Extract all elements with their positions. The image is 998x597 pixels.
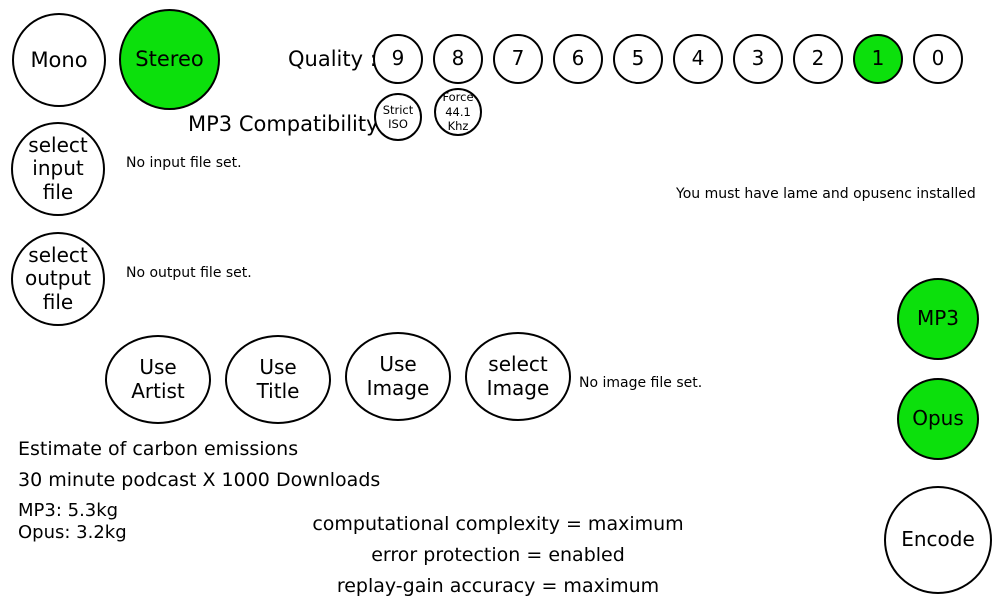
use-image-label-line1: Use [379,351,417,376]
use-artist-label-line1: Use [139,354,177,379]
mp3-compatibility-force-44khz-button[interactable]: Force 44.1 Khz [434,88,482,136]
use-image-button[interactable]: Use Image [345,332,451,421]
quality-option-0-button[interactable]: 0 [913,34,963,84]
quality-option-3-label: 3 [751,46,765,71]
strict-iso-label-line1: Strict [382,102,414,117]
channel-mode-mono-button[interactable]: Mono [12,13,106,107]
quality-option-6-label: 6 [571,46,585,71]
use-artist-label-line2: Artist [131,378,185,403]
select-image-label-line1: select [488,351,548,376]
quality-option-6-button[interactable]: 6 [553,34,603,84]
quality-option-9-button[interactable]: 9 [373,34,423,84]
quality-option-7-button[interactable]: 7 [493,34,543,84]
mp3-compatibility-strict-iso-button[interactable]: Strict ISO [374,93,422,141]
output-format-mp3-label: MP3 [916,306,960,331]
encoder-param-complexity: computational complexity = maximum [312,513,684,535]
encoder-parameters-summary: computational complexity = maximum error… [288,509,708,597]
dependency-warning-text: You must have lame and opusenc installed [676,186,976,202]
quality-option-4-button[interactable]: 4 [673,34,723,84]
select-output-file-label-line1: select [28,242,88,267]
output-format-mp3-button[interactable]: MP3 [897,278,979,360]
emissions-heading: Estimate of carbon emissions [18,438,299,460]
force-44khz-label-line2: 44.1 [445,104,471,119]
quality-label: Quality : [288,47,377,71]
quality-option-2-label: 2 [811,46,825,71]
encode-button[interactable]: Encode [884,486,992,594]
use-title-label-line1: Use [259,354,297,379]
select-image-button[interactable]: select Image [465,332,571,421]
force-44khz-label-line3: Khz [447,119,469,134]
emissions-basis: 30 minute podcast X 1000 Downloads [18,469,381,491]
quality-option-8-label: 8 [451,46,465,71]
quality-option-1-button[interactable]: 1 [853,34,903,84]
quality-option-5-label: 5 [631,46,645,71]
input-file-status: No input file set. [126,155,242,171]
encoder-app-window: Mono Stereo Quality : 9 8 7 6 5 4 3 2 1 … [0,0,998,597]
select-input-file-label-line1: select [28,132,88,157]
use-title-button[interactable]: Use Title [225,335,331,424]
quality-option-7-label: 7 [511,46,525,71]
output-format-opus-label: Opus [912,406,964,431]
strict-iso-label-line2: ISO [388,117,408,131]
select-output-file-label-line3: file [42,289,74,314]
select-output-file-button[interactable]: select output file [11,232,105,326]
emissions-opus-value: Opus: 3.2kg [18,522,127,543]
quality-option-2-button[interactable]: 2 [793,34,843,84]
quality-option-8-button[interactable]: 8 [433,34,483,84]
channel-mode-mono-label: Mono [30,47,88,72]
quality-option-5-button[interactable]: 5 [613,34,663,84]
select-input-file-label-line3: file [42,179,74,204]
quality-option-9-label: 9 [391,46,405,71]
quality-option-0-label: 0 [931,46,945,71]
channel-mode-stereo-button[interactable]: Stereo [119,9,220,110]
encoder-param-error-protection: error protection = enabled [371,543,625,566]
channel-mode-stereo-label: Stereo [135,47,204,72]
quality-option-3-button[interactable]: 3 [733,34,783,84]
use-artist-button[interactable]: Use Artist [105,335,211,424]
select-input-file-button[interactable]: select input file [11,122,105,216]
select-image-label-line2: Image [486,375,550,400]
mp3-compatibility-label: MP3 Compatibility: [188,112,385,136]
emissions-mp3-value: MP3: 5.3kg [18,500,119,521]
use-image-label-line2: Image [366,375,430,400]
image-file-status: No image file set. [579,375,703,391]
quality-option-4-label: 4 [691,46,705,71]
encoder-param-replay-gain: replay-gain accuracy = maximum [336,574,660,597]
select-output-file-label-line2: output [25,266,91,291]
output-file-status: No output file set. [126,265,252,281]
select-input-file-label-line2: input [32,156,84,181]
output-format-opus-button[interactable]: Opus [897,378,979,460]
use-title-label-line2: Title [256,378,300,403]
quality-option-1-label: 1 [871,46,885,71]
force-44khz-label-line1: Force [442,90,474,105]
encode-button-label: Encode [901,527,975,552]
